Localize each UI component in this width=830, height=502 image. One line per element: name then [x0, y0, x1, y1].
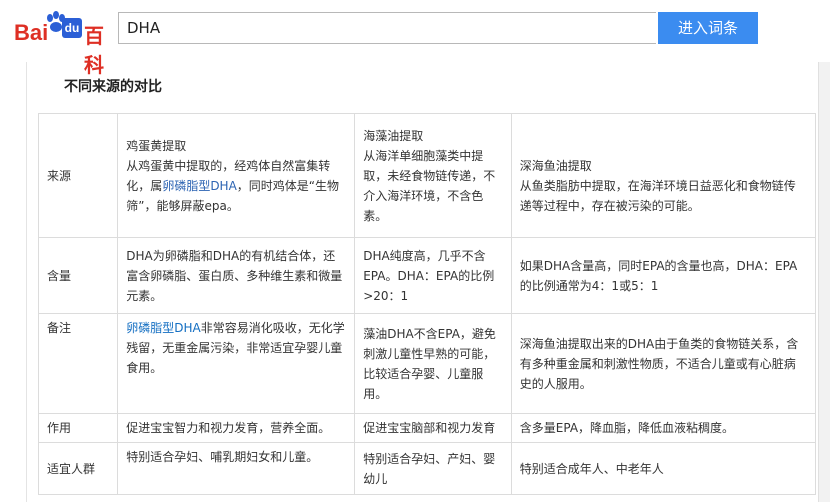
- table-row: 备注 卵磷脂型DHA非常容易消化吸收，无化学残留，无重金属污染，非常适宜孕婴儿童…: [37, 313, 817, 414]
- cell-text: 从鱼类脂肪中提取，在海洋环境日益恶化和食物链传递等过程中，存在被污染的可能。: [519, 178, 796, 213]
- row-label: 作用: [37, 413, 119, 443]
- cell-algae: 促进宝宝脑部和视力发育: [354, 413, 512, 443]
- header: Bai du 百科 DHA 进入词条: [0, 0, 830, 77]
- section-title: 不同来源的对比: [64, 79, 162, 95]
- search-input[interactable]: DHA: [118, 12, 656, 44]
- cell-fish: 深海鱼油提取 从鱼类脂肪中提取，在海洋环境日益恶化和食物链传递等过程中，存在被污…: [510, 113, 817, 238]
- cell-algae: 藻油DHA不含EPA，避免刺激儿童性早熟的可能，比较适合孕婴、儿童服用。: [354, 313, 512, 414]
- cell-fish: 如果DHA含量高，同时EPA的含量也高，DHA：EPA的比例通常为4：1或5：1: [510, 237, 817, 314]
- cell-egg: 特别适合孕妇、哺乳期妇女和儿童。: [117, 442, 356, 495]
- cell-algae: 特别适合孕妇、产妇、婴幼儿: [354, 442, 512, 495]
- lecithin-dha-link[interactable]: 卵磷脂型DHA: [126, 321, 200, 335]
- table-row: 来源 鸡蛋黄提取 从鸡蛋黄中提取的，经鸡体自然富集转化，属卵磷脂型DHA，同时鸡…: [37, 113, 817, 238]
- row-label: 备注: [37, 313, 119, 414]
- table-row: 作用 促进宝宝智力和视力发育，营养全面。 促进宝宝脑部和视力发育 含多量EPA，…: [37, 413, 817, 443]
- cell-heading: 鸡蛋黄提取: [126, 138, 187, 153]
- lecithin-dha-link[interactable]: 卵磷脂型DHA: [162, 179, 236, 193]
- cell-egg: 鸡蛋黄提取 从鸡蛋黄中提取的，经鸡体自然富集转化，属卵磷脂型DHA，同时鸡体是“…: [117, 113, 356, 238]
- logo-baike: 百科: [84, 26, 104, 77]
- row-label: 适宜人群: [37, 442, 119, 495]
- row-label: 来源: [37, 113, 119, 238]
- cell-fish: 特别适合成年人、中老年人: [510, 442, 817, 495]
- cell-egg: 促进宝宝智力和视力发育，营养全面。: [117, 413, 356, 443]
- cell-heading: 深海鱼油提取: [519, 158, 592, 173]
- scrollbar-track[interactable]: [818, 62, 830, 502]
- cell-algae: DHA纯度高，几乎不含EPA。DHA：EPA的比例>20：1: [354, 237, 512, 314]
- logo-du: du: [62, 18, 82, 38]
- cell-heading: 海藻油提取: [363, 128, 424, 143]
- cell-text: 从鸡蛋黄中提取的，经鸡体自然富集转化，属卵磷脂型DHA，同时鸡体是“生物筛”，能…: [126, 156, 346, 216]
- baidu-baike-logo[interactable]: Bai du 百科: [6, 6, 110, 77]
- content-frame-left: [26, 62, 27, 502]
- table-row: 含量 DHA为卵磷脂和DHA的有机结合体，还富含卵磷脂、蛋白质、多种维生素和微量…: [37, 237, 817, 314]
- cell-egg: DHA为卵磷脂和DHA的有机结合体，还富含卵磷脂、蛋白质、多种维生素和微量元素。: [117, 237, 356, 314]
- cell-fish: 深海鱼油提取出来的DHA由于鱼类的食物链关系，含有多种重金属和刺激性物质，不适合…: [510, 313, 817, 414]
- cell-text: 从海洋单细胞藻类中提取，未经食物链传递，不介入海洋环境，不含色素。: [363, 148, 496, 223]
- cell-algae: 海藻油提取 从海洋单细胞藻类中提取，未经食物链传递，不介入海洋环境，不含色素。: [354, 113, 512, 238]
- comparison-table: 来源 鸡蛋黄提取 从鸡蛋黄中提取的，经鸡体自然富集转化，属卵磷脂型DHA，同时鸡…: [37, 113, 817, 495]
- table-row: 适宜人群 特别适合孕妇、哺乳期妇女和儿童。 特别适合孕妇、产妇、婴幼儿 特别适合…: [37, 442, 817, 495]
- cell-fish: 含多量EPA，降血脂，降低血液粘稠度。: [510, 413, 817, 443]
- enter-entry-button[interactable]: 进入词条: [658, 12, 758, 44]
- row-label: 含量: [37, 237, 119, 314]
- cell-egg: 卵磷脂型DHA非常容易消化吸收，无化学残留，无重金属污染，非常适宜孕婴儿童食用。: [117, 313, 356, 414]
